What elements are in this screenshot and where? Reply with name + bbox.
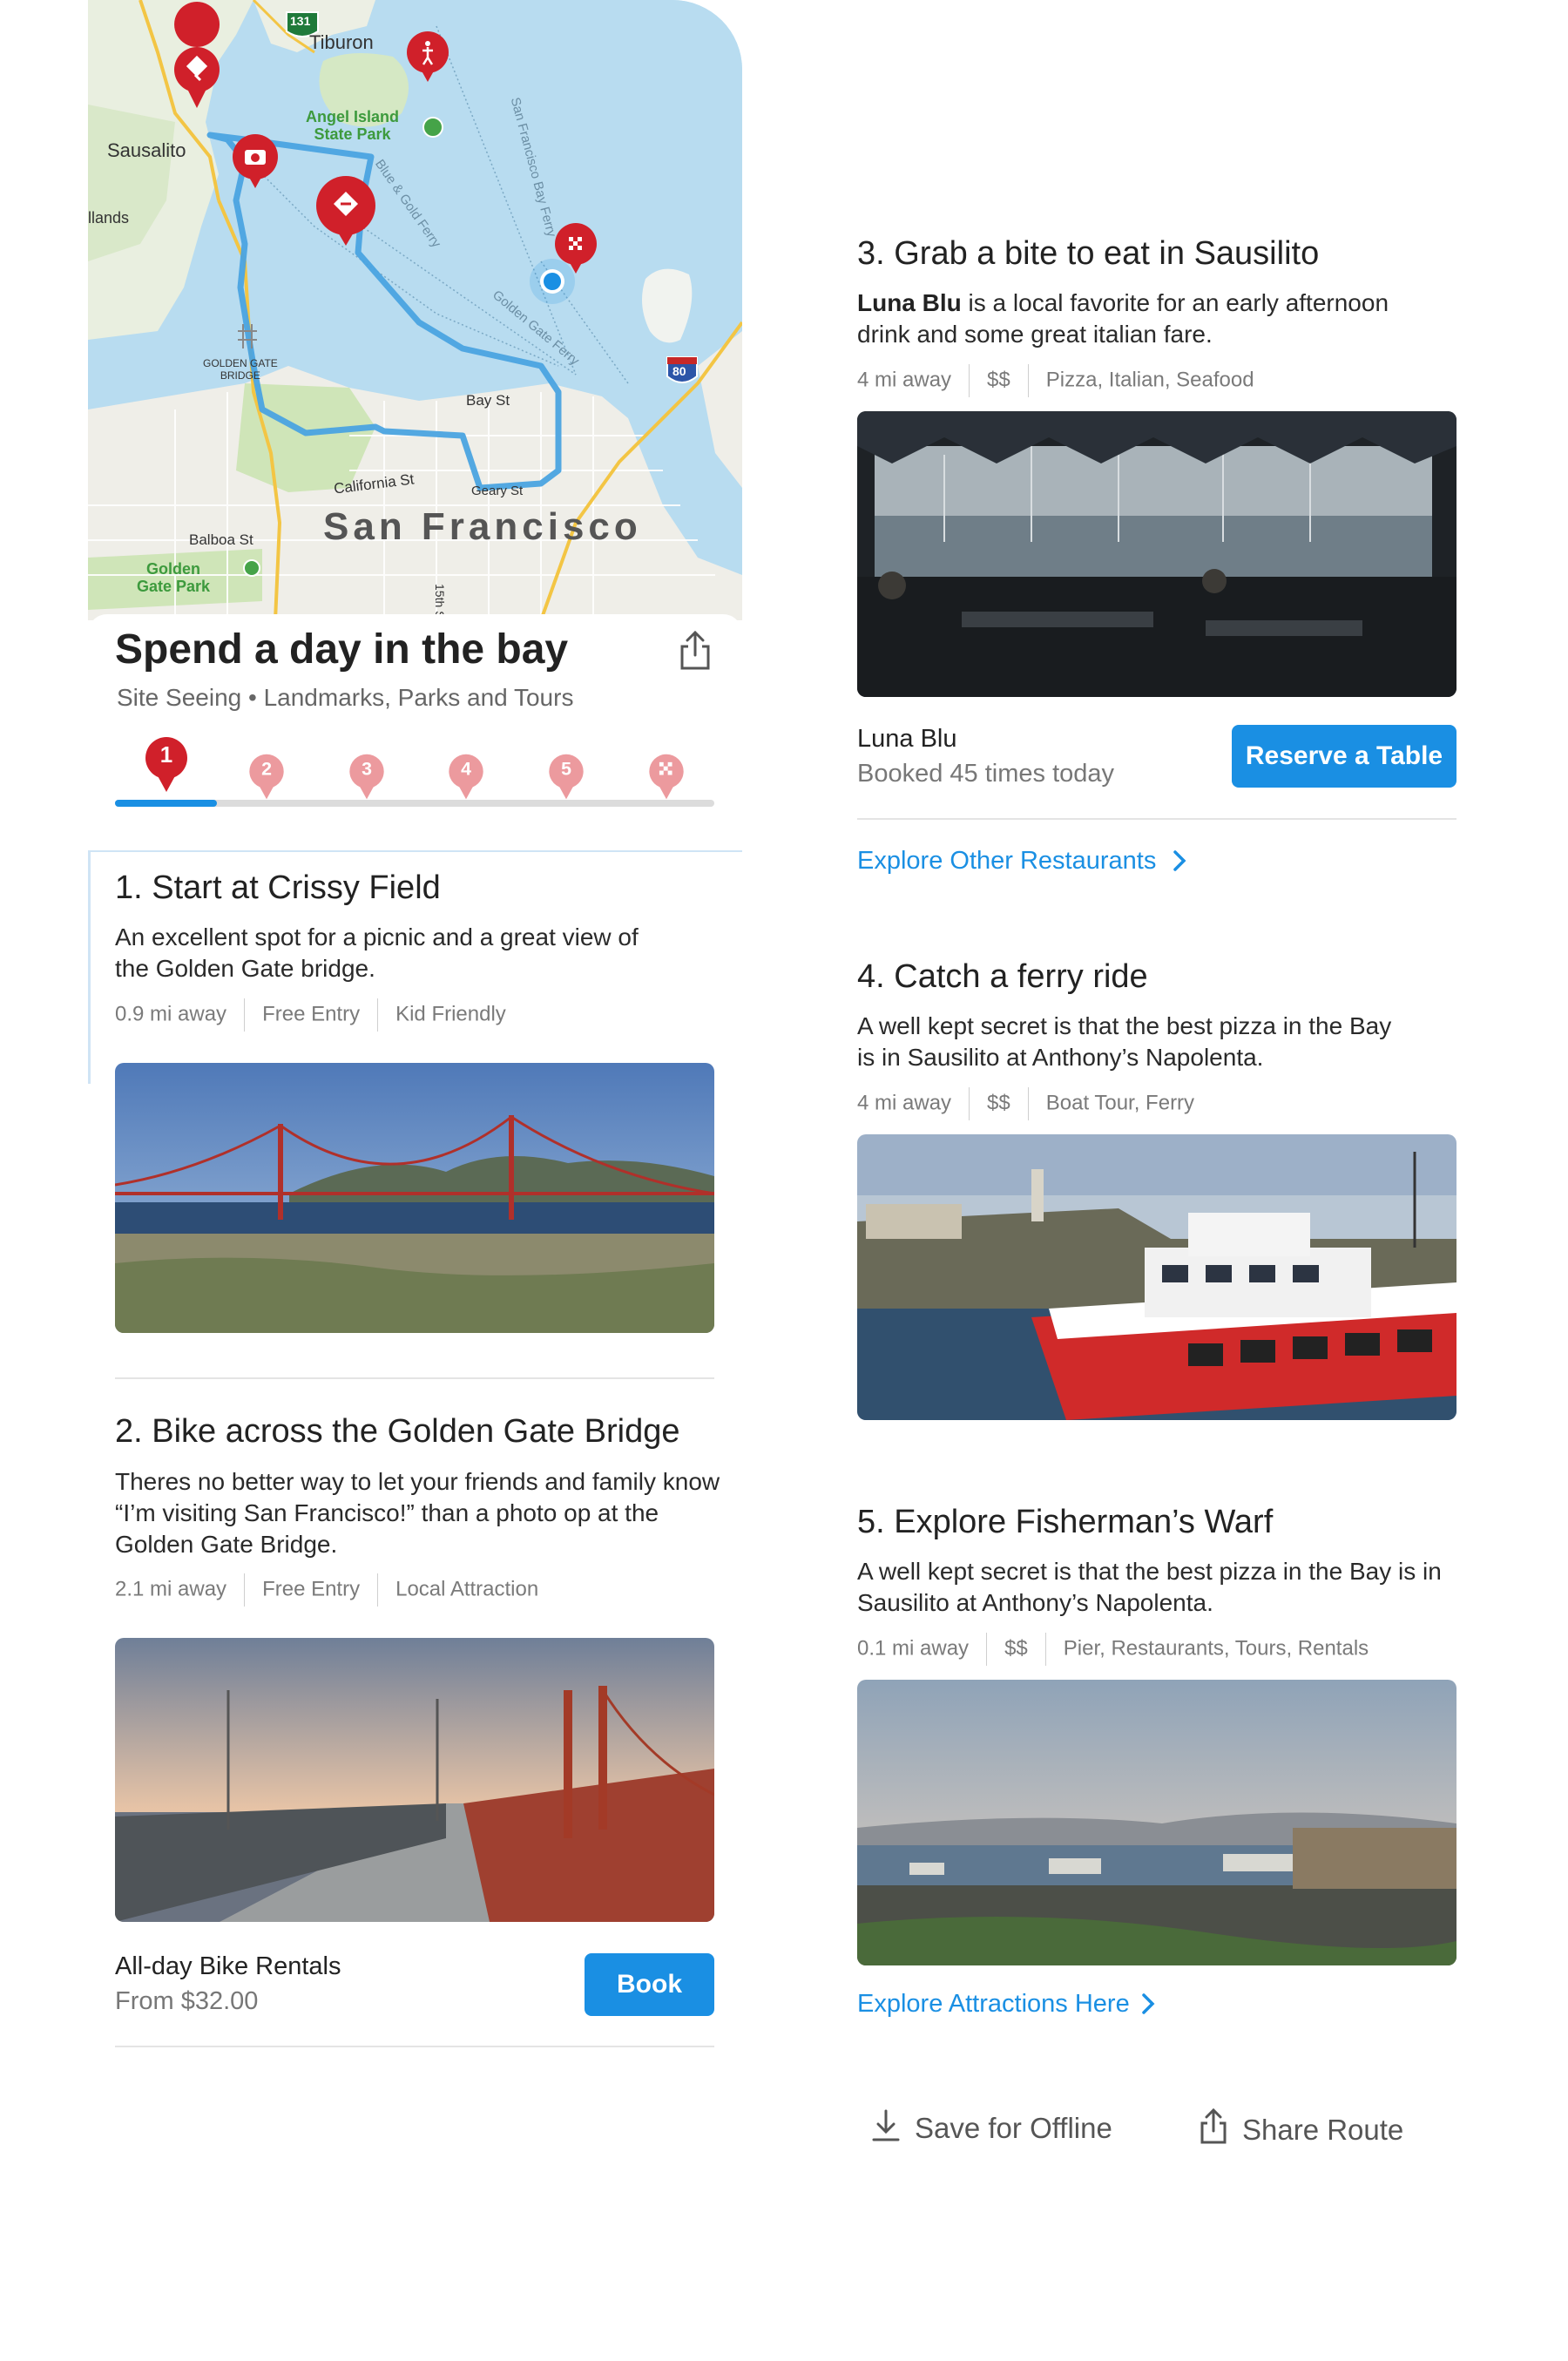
step-number: 3	[361, 757, 372, 780]
page-subtitle: Site Seeing • Landmarks, Parks and Tours	[117, 684, 574, 711]
stop-3-distance: 4 mi away	[857, 368, 952, 392]
route-progress-track	[115, 800, 714, 807]
stop-2-tags: Local Attraction	[395, 1577, 539, 1601]
stop-4-distance: 4 mi away	[857, 1091, 952, 1115]
finish-flag-icon	[647, 758, 686, 781]
stop-3-tags: Pizza, Italian, Seafood	[1045, 368, 1254, 392]
stop-1-photo[interactable]	[115, 1063, 714, 1333]
map-label-sausalito: Sausalito	[107, 139, 186, 161]
explore-restaurants-label: Explore Other Restaurants	[857, 847, 1157, 875]
stop-4-meta: 4 mi away $$ Boat Tour, Ferry	[857, 1087, 1194, 1120]
map-label-geary-st: Geary St	[471, 484, 524, 498]
stop-4-photo[interactable]	[857, 1134, 1456, 1420]
map-label-balboa-st: Balboa St	[189, 531, 253, 548]
step-number: 1	[159, 741, 173, 768]
stop-1-meta: 0.9 mi away Free Entry Kid Friendly	[115, 998, 506, 1032]
route-map[interactable]: Tiburon Sausalito Angel Island State Par…	[88, 0, 742, 620]
stop-3-offer-detail: Booked 45 times today	[857, 760, 1115, 788]
divider	[115, 1377, 714, 1379]
stop-5-price: $$	[1004, 1636, 1028, 1661]
divider	[115, 2046, 714, 2047]
stop-1-distance: 0.9 mi away	[115, 1002, 227, 1026]
step-number: 4	[461, 757, 472, 780]
stop-5-distance: 0.1 mi away	[857, 1636, 970, 1661]
map-label-route-80: 80	[672, 364, 686, 378]
stop-5-meta: 0.1 mi away $$ Pier, Restaurants, Tours, R…	[857, 1633, 1369, 1666]
stop-3-price: $$	[987, 368, 1010, 392]
stop-2-price: Free Entry	[262, 1577, 361, 1601]
map-label-san-francisco: San Francisco	[323, 505, 642, 548]
stop-4-title: 4. Catch a ferry ride	[857, 958, 1148, 995]
share-icon[interactable]	[678, 631, 713, 671]
book-button[interactable]: Book	[585, 1953, 714, 2016]
map-label-bay-st: Bay St	[466, 392, 510, 409]
stop-5-description: A well kept secret is that the best pizz…	[857, 1558, 1442, 1616]
step-pin-1[interactable]: 1	[143, 736, 190, 794]
explore-attractions-link[interactable]: Explore Attractions Here	[857, 1990, 1156, 2019]
save-offline-button[interactable]: Save for Offline	[871, 2108, 1112, 2145]
step-number: 2	[260, 757, 272, 780]
stop-3-description: Luna Blu is a local favorite for an earl…	[857, 288, 1415, 350]
step-indicator: 1 2 3 4 5	[115, 736, 714, 806]
stop-5-photo[interactable]	[857, 1680, 1456, 1965]
step-pin-5[interactable]: 5	[547, 754, 585, 801]
stop-2-description: Theres no better way to let your friends…	[115, 1468, 720, 1558]
stop-5-tags: Pier, Restaurants, Tours, Rentals	[1063, 1636, 1369, 1661]
stop-3-restaurant-name: Luna Blu	[857, 289, 962, 316]
explore-attractions-label: Explore Attractions Here	[857, 1990, 1130, 2018]
stop-3-title: 3. Grab a bite to eat in Sausilito	[857, 235, 1320, 272]
map-label-golden-gate-bridge: GOLDEN GATE BRIDGE	[203, 357, 278, 382]
step-pin-3[interactable]: 3	[347, 754, 385, 801]
step-pin-4[interactable]: 4	[447, 754, 485, 801]
divider	[857, 818, 1456, 820]
stop-1-price: Free Entry	[262, 1002, 361, 1026]
reserve-table-button[interactable]: Reserve a Table	[1232, 725, 1456, 788]
share-route-label: Share Route	[1242, 2114, 1404, 2146]
active-stop-marker	[88, 850, 91, 1084]
step-pin-2[interactable]: 2	[247, 754, 286, 801]
step-pin-finish[interactable]	[647, 754, 686, 801]
download-icon	[872, 2109, 900, 2141]
stop-4-description: A well kept secret is that the best pizz…	[857, 1012, 1392, 1071]
current-location-dot	[530, 259, 575, 304]
page-title: Spend a day in the bay	[115, 626, 569, 673]
stop-1-title: 1. Start at Crissy Field	[115, 869, 441, 906]
share-route-button[interactable]: Share Route	[1199, 2107, 1404, 2147]
stop-1-description: An excellent spot for a picnic and a gre…	[115, 923, 639, 982]
explore-restaurants-link[interactable]: Explore Other Restaurants	[857, 847, 1187, 876]
stop-3-meta: 4 mi away $$ Pizza, Italian, Seafood	[857, 364, 1254, 397]
map-label-angel-island: Angel Island State Park	[306, 108, 400, 143]
route-progress-fill	[115, 800, 217, 807]
section-divider	[88, 850, 742, 852]
stop-2-photo[interactable]	[115, 1638, 714, 1922]
save-offline-label: Save for Offline	[915, 2112, 1112, 2144]
chevron-right-icon	[1173, 850, 1186, 871]
share-icon	[1200, 2107, 1227, 2144]
stop-3-offer-name: Luna Blu	[857, 725, 957, 753]
map-label-route-131: 131	[290, 14, 311, 28]
stop-2-offer-name: All-day Bike Rentals	[115, 1952, 341, 1980]
stop-4-tags: Boat Tour, Ferry	[1045, 1091, 1195, 1115]
map-label-highlands: llands	[88, 209, 130, 227]
map-label-tiburon: Tiburon	[309, 31, 374, 53]
stop-2-offer-price: From $32.00	[115, 1987, 259, 2015]
stop-2-distance: 2.1 mi away	[115, 1577, 227, 1601]
step-number: 5	[561, 757, 572, 780]
stop-3-photo[interactable]	[857, 411, 1456, 697]
chevron-right-icon	[1142, 1993, 1155, 2014]
stop-4-price: $$	[987, 1091, 1010, 1115]
stop-1-tags: Kid Friendly	[395, 1002, 506, 1026]
stop-2-meta: 2.1 mi away Free Entry Local Attraction	[115, 1573, 538, 1607]
map-label-golden-gate-park: Golden Gate Park	[137, 560, 211, 595]
stop-5-title: 5. Explore Fisherman’s Warf	[857, 1504, 1274, 1540]
stop-2-title: 2. Bike across the Golden Gate Bridge	[115, 1413, 680, 1450]
